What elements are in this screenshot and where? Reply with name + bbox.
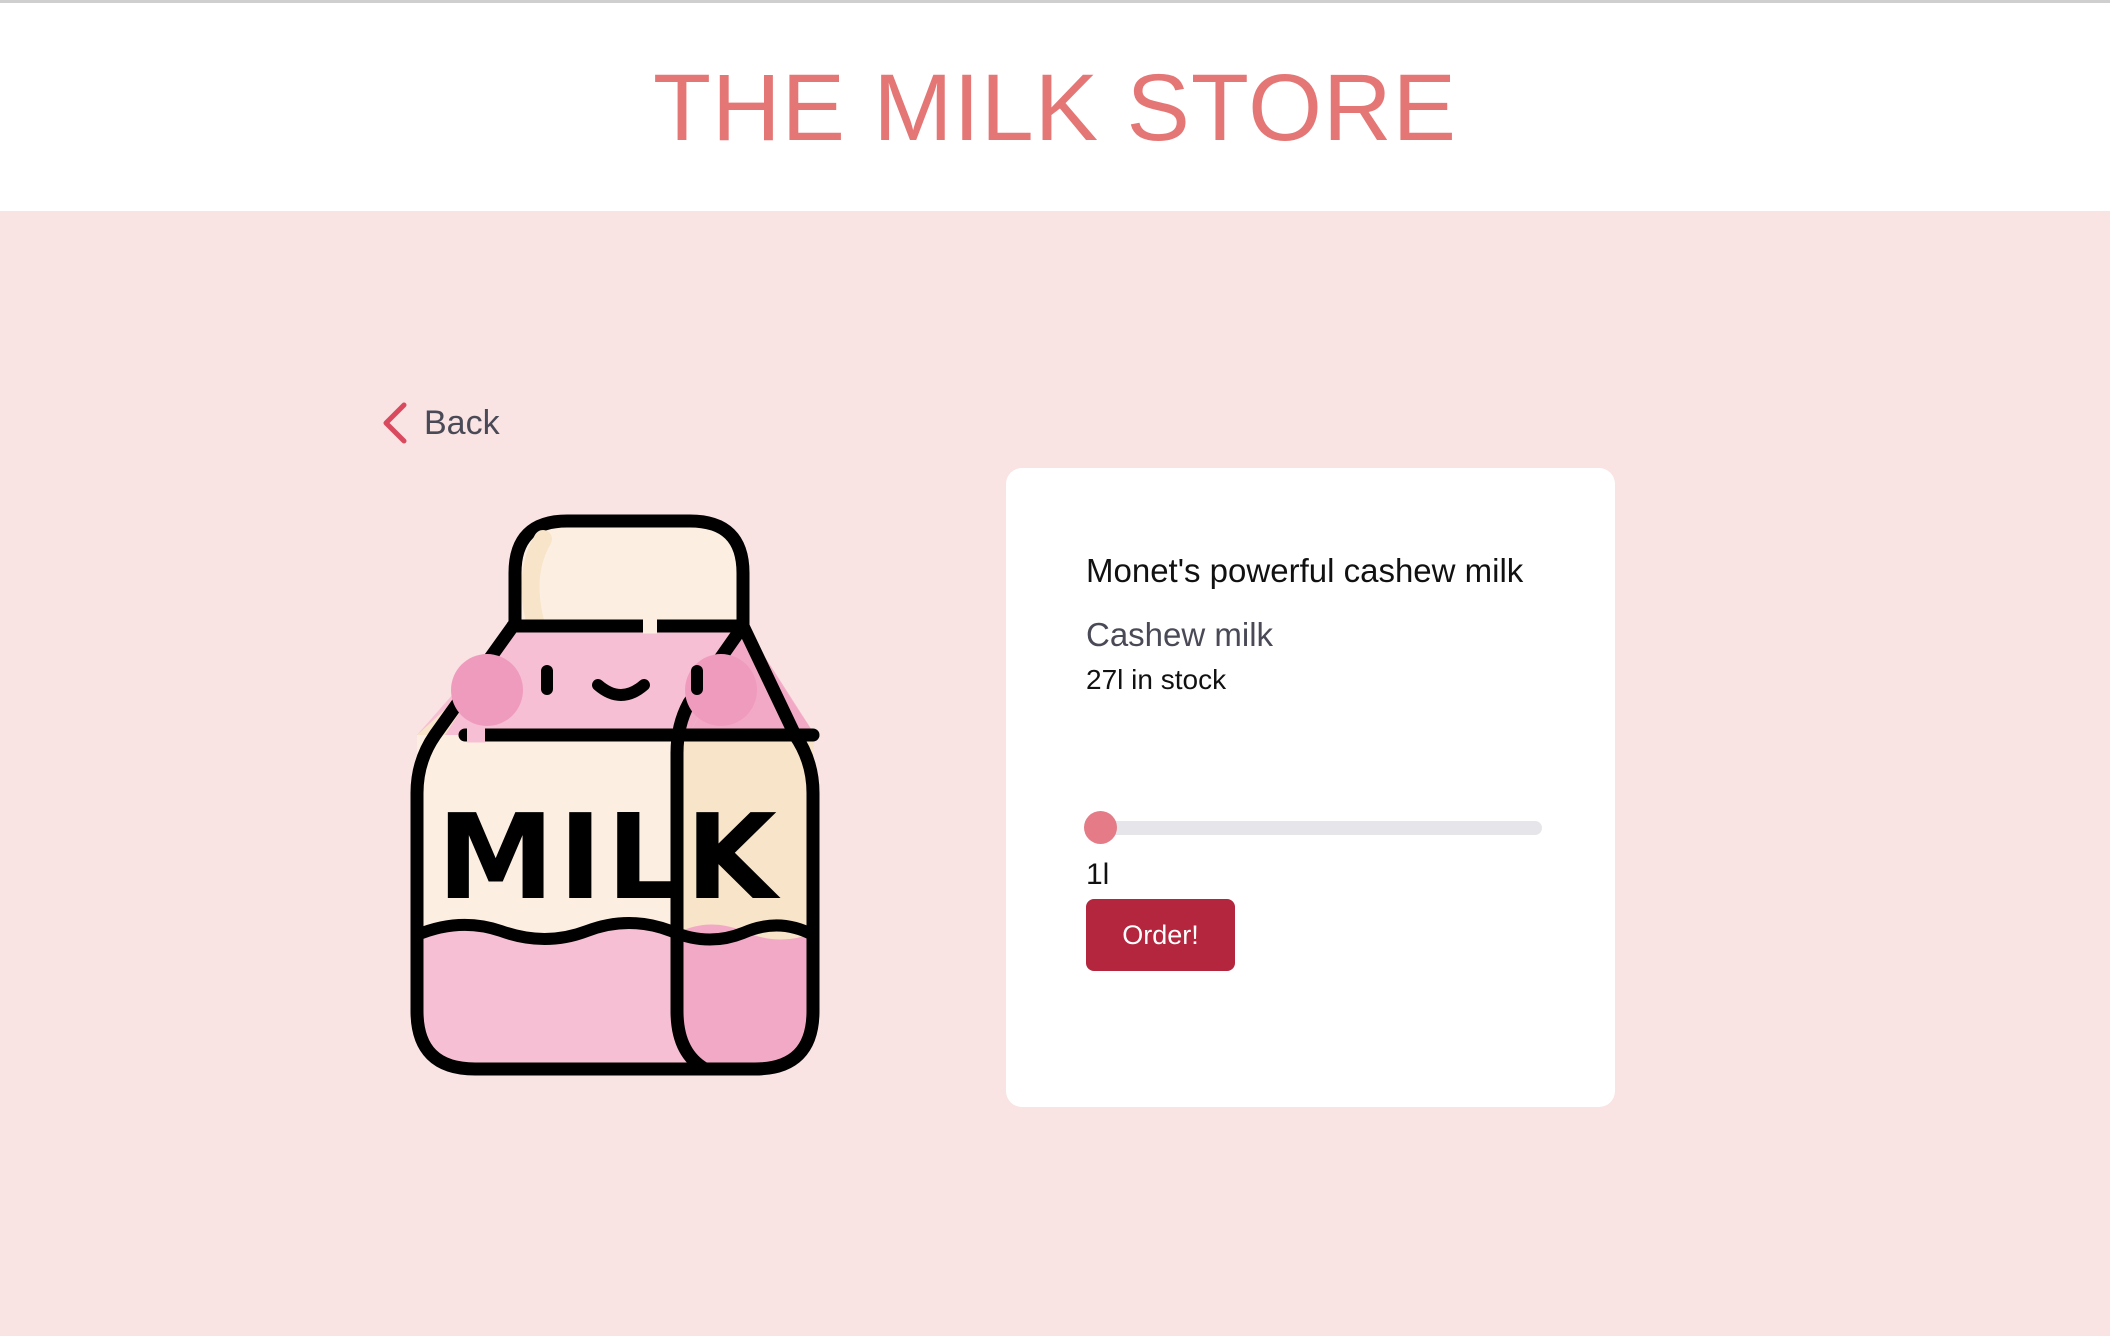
quantity-value: 1l <box>1086 858 1110 891</box>
milk-carton-illustration: MILK <box>410 514 820 1076</box>
chevron-left-icon <box>383 402 407 444</box>
store-title: THE MILK STORE <box>652 54 1458 161</box>
back-label: Back <box>424 403 500 442</box>
product-card: Monet's powerful cashew milk Cashew milk… <box>1006 468 1615 1107</box>
product-type: Cashew milk <box>1086 616 1274 653</box>
svg-text:MILK: MILK <box>437 788 782 926</box>
quantity-slider[interactable] <box>1084 810 1542 844</box>
stock-count: 27l in stock <box>1086 664 1227 695</box>
main-content: Back MILK Monet's powerful cashew milk C… <box>0 211 2110 1336</box>
product-title: Monet's powerful cashew milk <box>1086 552 1524 589</box>
slider-track[interactable] <box>1086 821 1542 835</box>
order-button[interactable]: Order! <box>1086 899 1235 971</box>
back-link[interactable]: Back <box>380 401 500 445</box>
slider-thumb[interactable] <box>1084 811 1117 844</box>
page-header: THE MILK STORE <box>0 3 2110 211</box>
